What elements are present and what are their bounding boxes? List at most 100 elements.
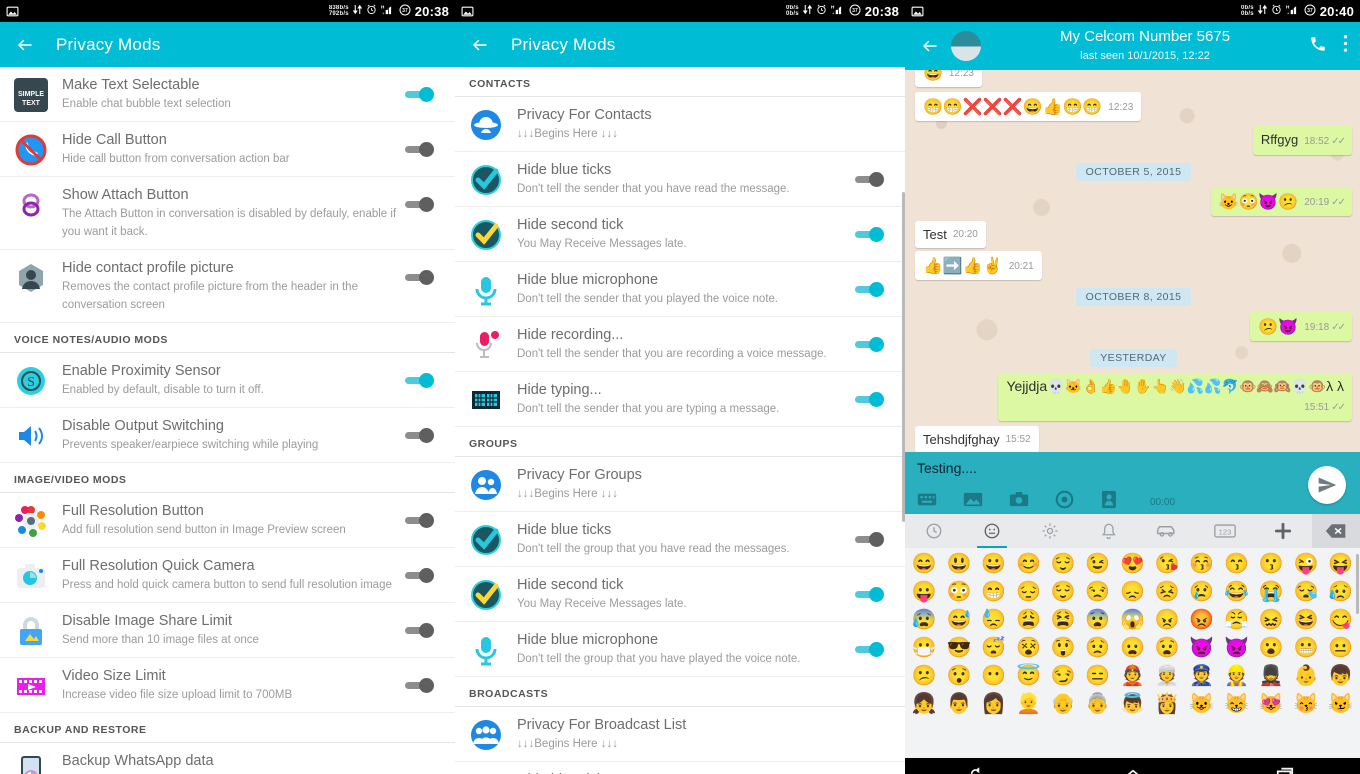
emoji-cell[interactable]: 😁 xyxy=(976,578,1011,606)
emoji-cell[interactable]: 😅 xyxy=(942,606,977,634)
emoji-cell[interactable]: 😖 xyxy=(1254,606,1289,634)
tab-nature[interactable] xyxy=(1079,514,1137,548)
emoji-cell[interactable]: 😋 xyxy=(1323,606,1358,634)
emoji-cell[interactable]: 😌 xyxy=(1046,578,1081,606)
emoji-cell[interactable]: 😬 xyxy=(1289,634,1324,662)
toggle-switch[interactable] xyxy=(855,220,893,250)
emoji-cell[interactable]: 👷 xyxy=(1219,662,1254,690)
list-item[interactable]: Disable Output Switching Prevents speaker… xyxy=(0,408,455,463)
emoji-cell[interactable]: 😨 xyxy=(1080,606,1115,634)
emoji-cell[interactable]: 👸 xyxy=(1150,690,1185,718)
chat-bubble[interactable]: 👍➡️👍✌️ 20:21 xyxy=(915,251,1042,280)
list-item[interactable]: Privacy For Contacts ↓↓↓Begins Here ↓↓↓ xyxy=(455,97,905,152)
tab-travel[interactable] xyxy=(1138,514,1196,548)
toggle-switch[interactable] xyxy=(405,506,443,536)
emoji-cell[interactable]: 😝 xyxy=(1323,550,1358,578)
emoji-cell[interactable]: 😌 xyxy=(1046,550,1081,578)
message-row-partial[interactable]: 😄 12:23 xyxy=(915,70,1352,87)
list-item[interactable]: Hide blue microphone Don't tell the sende… xyxy=(455,262,905,317)
emoji-cell[interactable]: 😕 xyxy=(907,662,942,690)
emoji-cell[interactable]: 😫 xyxy=(1046,606,1081,634)
emoji-cell[interactable]: 😏 xyxy=(1046,662,1081,690)
emoji-cell[interactable]: 👲 xyxy=(1115,662,1150,690)
emoji-cell[interactable]: 💂 xyxy=(1254,662,1289,690)
emoji-cell[interactable]: 😆 xyxy=(1289,606,1324,634)
emoji-cell[interactable]: 😣 xyxy=(1150,578,1185,606)
message-row[interactable]: 😺😳😈😕 20:19 ✓✓ xyxy=(915,187,1352,216)
emoji-cell[interactable]: 😟 xyxy=(1080,634,1115,662)
list-item[interactable]: Hide second tick You May Receive Messages… xyxy=(455,567,905,622)
chat-bubble[interactable]: Yejjdja💀🐱👌👍🤚✋👆👋💦💦🐬🐵🙈🙉💀🐵λ λ 15:51 ✓✓ xyxy=(998,373,1352,421)
nav-back-icon[interactable] xyxy=(969,766,993,774)
list-item[interactable]: Hide contact profile picture Removes the … xyxy=(0,250,455,323)
emoji-cell[interactable]: 😗 xyxy=(1254,550,1289,578)
avatar[interactable] xyxy=(951,31,981,61)
list-item[interactable]: Hide second tick You May Receive Messages… xyxy=(455,207,905,262)
overflow-menu-icon[interactable] xyxy=(1343,34,1348,58)
list-item[interactable]: Privacy For Groups ↓↓↓Begins Here ↓↓↓ xyxy=(455,457,905,512)
list-item[interactable]: Full Resolution Button Add full resolutio… xyxy=(0,493,455,548)
gallery-icon[interactable] xyxy=(963,491,983,513)
emoji-cell[interactable]: 👧 xyxy=(907,690,942,718)
toggle-switch[interactable] xyxy=(405,561,443,591)
emoji-cell[interactable]: 😪 xyxy=(1289,578,1324,606)
toggle-switch[interactable] xyxy=(855,385,893,415)
emoji-cell[interactable]: 😄 xyxy=(907,550,942,578)
toggle-switch[interactable] xyxy=(405,80,443,110)
emoji-cell[interactable]: 👿 xyxy=(1219,634,1254,662)
emoji-cell[interactable]: 😤 xyxy=(1219,606,1254,634)
emoji-cell[interactable]: 😉 xyxy=(1080,550,1115,578)
emoji-grid[interactable]: 😄 😃 😀 😊 😌 😉 😍 😘 😚 😙 😗 😜 😝 😛 😳 😁 😔 😌 😒 😞 😣 😢 😂 😭 😪 😥 😰 😅 😓 😩 😫 😨 😱 😠 😡 😤 😖 😆 😋 😷… xyxy=(905,548,1360,718)
location-icon[interactable] xyxy=(1055,490,1074,514)
emoji-cell[interactable]: 👴 xyxy=(1046,690,1081,718)
list-item[interactable]: Full Resolution Quick Camera Press and ho… xyxy=(0,548,455,603)
back-arrow-icon[interactable] xyxy=(467,32,493,58)
emoji-cell[interactable]: 😲 xyxy=(1046,634,1081,662)
emoji-cell[interactable]: 😓 xyxy=(976,606,1011,634)
scrollbar[interactable] xyxy=(1356,554,1359,614)
emoji-cell[interactable]: 😢 xyxy=(1185,578,1220,606)
emoji-cell[interactable]: 😶 xyxy=(976,662,1011,690)
list-item[interactable]: Show Attach Button The Attach Button in c… xyxy=(0,177,455,250)
emoji-cell[interactable]: 😭 xyxy=(1254,578,1289,606)
emoji-cell[interactable]: 😯 xyxy=(942,662,977,690)
message-row[interactable]: Yejjdja💀🐱👌👍🤚✋👆👋💦💦🐬🐵🙈🙉💀🐵λ λ 15:51 ✓✓ xyxy=(915,373,1352,421)
emoji-cell[interactable]: 😔 xyxy=(1011,578,1046,606)
list-item[interactable]: Backup WhatsApp dataMake a Backup of YoW… xyxy=(0,743,455,774)
chat-bubble[interactable]: Test 20:20 xyxy=(915,221,986,248)
emoji-cell[interactable]: 👱 xyxy=(1011,690,1046,718)
emoji-cell[interactable]: 😜 xyxy=(1289,550,1324,578)
emoji-cell[interactable]: 😘 xyxy=(1150,550,1185,578)
list-item[interactable]: Hide blue ticksDon't tell the broadcast … xyxy=(455,762,905,774)
message-row[interactable]: 😁😁❌❌❌😄👍😁😁 12:23 xyxy=(915,92,1352,121)
toggle-switch[interactable] xyxy=(405,366,443,396)
list-item[interactable]: Video Size Limit Increase video file size… xyxy=(0,658,455,713)
emoji-cell[interactable]: 👿 xyxy=(1185,634,1220,662)
camera-icon[interactable] xyxy=(1009,491,1029,513)
list-item[interactable]: Privacy For Broadcast List ↓↓↓Begins Here… xyxy=(455,707,905,762)
chat-bubble[interactable]: Tehshdjfghay 15:52 xyxy=(915,426,1039,452)
emoji-keyboard[interactable]: 123 😄 😃 😀 😊 😌 😉 😍 😘 😚 😙 😗 😜 😝 😛 😳 😁 😔 😌 😒 😞 😣 😢 😂 😭 😪 😥 😰 😅 😓 😩 😫 😨 😱 😠 😡 😤… xyxy=(905,514,1360,758)
list-item[interactable]: Hide blue ticks Don't tell the sender tha… xyxy=(455,152,905,207)
chat-bubble[interactable]: 😁😁❌❌❌😄👍😁😁 12:23 xyxy=(915,92,1142,121)
chat-bubble[interactable]: Rffgyg 18:52 ✓✓ xyxy=(1252,126,1352,155)
emoji-cell[interactable]: 😳 xyxy=(942,578,977,606)
compose-bar[interactable]: Testing.... 00:00 xyxy=(905,452,1360,514)
emoji-cell[interactable]: 😊 xyxy=(1011,550,1046,578)
tab-numbers[interactable]: 123 xyxy=(1196,514,1254,548)
chat-bubble[interactable]: 😕😈 19:18 ✓✓ xyxy=(1250,312,1352,341)
emoji-cell[interactable]: 😼 xyxy=(1323,690,1358,718)
emoji-cell[interactable]: 😦 xyxy=(1115,634,1150,662)
emoji-cell[interactable]: 😰 xyxy=(907,606,942,634)
message-list[interactable]: 😄 12:23 😁😁❌❌❌😄👍😁😁 12:23 Rffgyg 18:52 ✓✓ OCTO… xyxy=(905,70,1360,452)
emoji-cell[interactable]: 😇 xyxy=(1011,662,1046,690)
emoji-cell[interactable]: 😥 xyxy=(1323,578,1358,606)
toggle-switch[interactable] xyxy=(855,525,893,555)
toggle-switch[interactable] xyxy=(405,421,443,451)
settings-list-1[interactable]: SIMPLE TEXT Make Text Selectable Enable ch… xyxy=(0,67,455,774)
backspace-icon[interactable] xyxy=(1311,514,1360,548)
emoji-cell[interactable]: 😩 xyxy=(1011,606,1046,634)
message-input[interactable]: Testing.... xyxy=(917,460,1348,476)
emoji-cell[interactable]: 👨 xyxy=(942,690,977,718)
list-item[interactable]: Hide blue ticks Don't tell the group that… xyxy=(455,512,905,567)
